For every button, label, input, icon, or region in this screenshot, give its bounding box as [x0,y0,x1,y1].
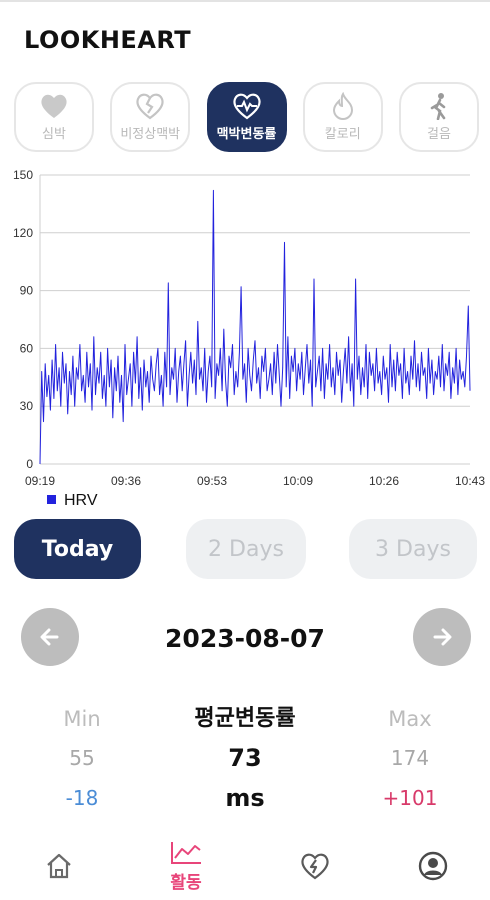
tab-heart-rate[interactable]: 심박 [14,82,94,152]
y-tick-label: 60 [20,341,34,355]
y-tick-label: 0 [26,457,33,471]
range-selector: Today 2 Days 3 Days [14,519,477,579]
profile-icon [418,851,448,881]
top-divider [0,0,490,2]
three-days-button[interactable]: 3 Days [349,519,477,579]
max-value: 174 [390,746,430,770]
next-date-button[interactable] [413,608,471,666]
hrv-chart-svg: 0 30 60 90 120 150 09:19 09:36 09:53 10:09 10:26 10… [13,168,485,509]
nav-heart[interactable] [275,832,355,900]
heart-icon [39,92,69,120]
min-value: 55 [69,746,95,770]
x-tick-label: 09:53 [197,474,227,488]
tab-label: 심박 [42,127,66,142]
tab-label: 맥박변동률 [216,127,277,142]
tab-label: 비정상맥박 [120,127,181,142]
broken-heart-icon [134,92,166,120]
heart-bolt-icon [301,853,329,880]
x-tick-label: 10:26 [369,474,399,488]
tab-calories[interactable]: 칼로리 [302,82,383,152]
nav-activity[interactable]: 활동 [146,832,226,900]
chart-icon [171,841,201,864]
two-days-button[interactable]: 2 Days [186,519,306,579]
tab-hrv[interactable]: 맥박변동률 [206,82,287,152]
tab-arrhythmia[interactable]: 비정상맥박 [110,82,191,152]
nav-home[interactable] [19,832,99,900]
max-label: Max [388,707,432,731]
nav-activity-label: 활동 [170,872,202,893]
min-label: Min [63,707,101,731]
app-title: LOOKHEART [24,26,192,54]
tab-label: 칼로리 [324,127,361,142]
hrv-series-line [39,189,471,465]
x-tick-label: 10:43 [455,474,485,488]
tab-label: 걸음 [427,127,451,142]
y-tick-label: 30 [20,399,34,413]
average-unit: ms [225,784,265,812]
average-stat: 평균변동률 73 ms [165,700,325,818]
bottom-navigation: 활동 [0,832,490,900]
min-diff: -18 [65,786,99,810]
y-tick-label: 120 [13,226,33,240]
y-tick-label: 90 [20,284,34,298]
stats-summary: Min 55 -18 평균변동률 73 ms Max 174 +101 [0,700,490,825]
date-navigator: 2023-08-07 [0,608,490,668]
hrv-chart: 0 30 60 90 120 150 09:19 09:36 09:53 10:09 10:26 10… [0,162,490,516]
heart-pulse-icon [231,92,263,120]
arrow-right-icon [433,628,452,646]
x-tick-label: 09:19 [25,474,55,488]
tab-steps[interactable]: 걸음 [399,82,479,152]
min-stat: Min 55 -18 [2,700,162,818]
legend-swatch [47,495,56,504]
max-diff: +101 [382,786,438,810]
average-value: 73 [228,744,262,772]
walking-icon [427,92,451,120]
flame-icon [330,92,356,120]
x-tick-label: 10:09 [283,474,313,488]
nav-profile[interactable] [393,832,473,900]
max-stat: Max 174 +101 [330,700,490,818]
legend-label: HRV [64,492,98,509]
home-icon [47,853,71,879]
average-label: 평균변동률 [194,706,296,731]
y-tick-label: 150 [13,168,33,182]
x-tick-label: 09:36 [111,474,141,488]
today-button[interactable]: Today [14,519,141,579]
category-tabs: 심박 비정상맥박 맥박변동률 칼로리 걸음 [14,82,479,152]
